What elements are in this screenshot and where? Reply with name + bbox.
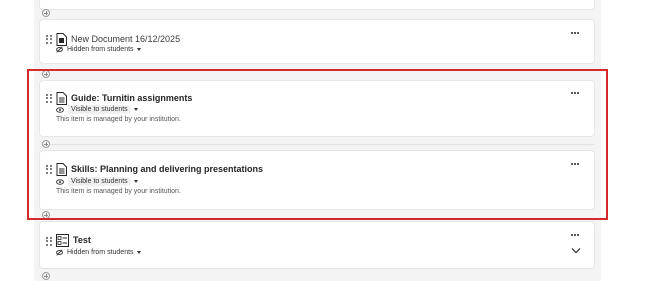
add-divider (50, 144, 594, 145)
visibility-label: Hidden from students (67, 46, 134, 53)
content-item-turnitin-guide[interactable]: Guide: Turnitin assignments Visible to s… (40, 81, 594, 136)
caret-down-icon (136, 48, 141, 51)
caret-down-icon (133, 180, 138, 183)
chevron-down-icon[interactable] (571, 247, 581, 254)
add-content-button[interactable] (42, 70, 50, 78)
caret-down-icon (136, 251, 141, 254)
eye-slash-icon (56, 46, 63, 53)
more-options-icon[interactable] (571, 163, 581, 167)
drag-handle-icon[interactable] (46, 237, 52, 246)
eye-icon (56, 106, 64, 113)
eye-icon (56, 178, 64, 185)
content-item-presentations-skills[interactable]: Skills: Planning and delivering presenta… (40, 151, 594, 209)
document-icon (56, 163, 67, 176)
item-title[interactable]: Test (73, 235, 91, 245)
caret-down-icon (133, 108, 138, 111)
managed-note: This item is managed by your institution… (56, 116, 181, 123)
eye-slash-icon (56, 249, 63, 256)
visibility-label: Hidden from students (67, 249, 134, 256)
drag-handle-icon[interactable] (46, 35, 52, 44)
drag-handle-icon[interactable] (46, 165, 52, 174)
add-content-button[interactable] (42, 140, 50, 148)
item-title[interactable]: Guide: Turnitin assignments (71, 93, 192, 103)
item-title[interactable]: New Document 16/12/2025 (71, 34, 180, 44)
visibility-dropdown[interactable]: Visible to students (56, 176, 138, 187)
add-content-button[interactable] (42, 9, 50, 17)
visibility-dropdown[interactable]: Visible to students (56, 104, 138, 115)
item-title[interactable]: Skills: Planning and delivering presenta… (71, 164, 263, 174)
more-options-icon[interactable] (571, 92, 581, 96)
managed-note: This item is managed by your institution… (56, 188, 181, 195)
visibility-label: Visible to students (68, 177, 131, 186)
drag-handle-icon[interactable] (46, 94, 52, 103)
visibility-dropdown[interactable]: Hidden from students (56, 44, 141, 55)
previous-item-card (40, 0, 594, 9)
more-options-icon[interactable] (571, 32, 581, 36)
visibility-dropdown[interactable]: Hidden from students (56, 247, 141, 258)
more-options-icon[interactable] (571, 234, 581, 238)
content-item-new-document[interactable]: New Document 16/12/2025 Hidden from stud… (40, 20, 594, 63)
test-icon (56, 234, 69, 247)
add-content-button[interactable] (42, 211, 50, 219)
content-item-test[interactable]: Test Hidden from students (40, 222, 594, 268)
add-content-button[interactable] (42, 272, 50, 280)
visibility-label: Visible to students (68, 105, 131, 114)
